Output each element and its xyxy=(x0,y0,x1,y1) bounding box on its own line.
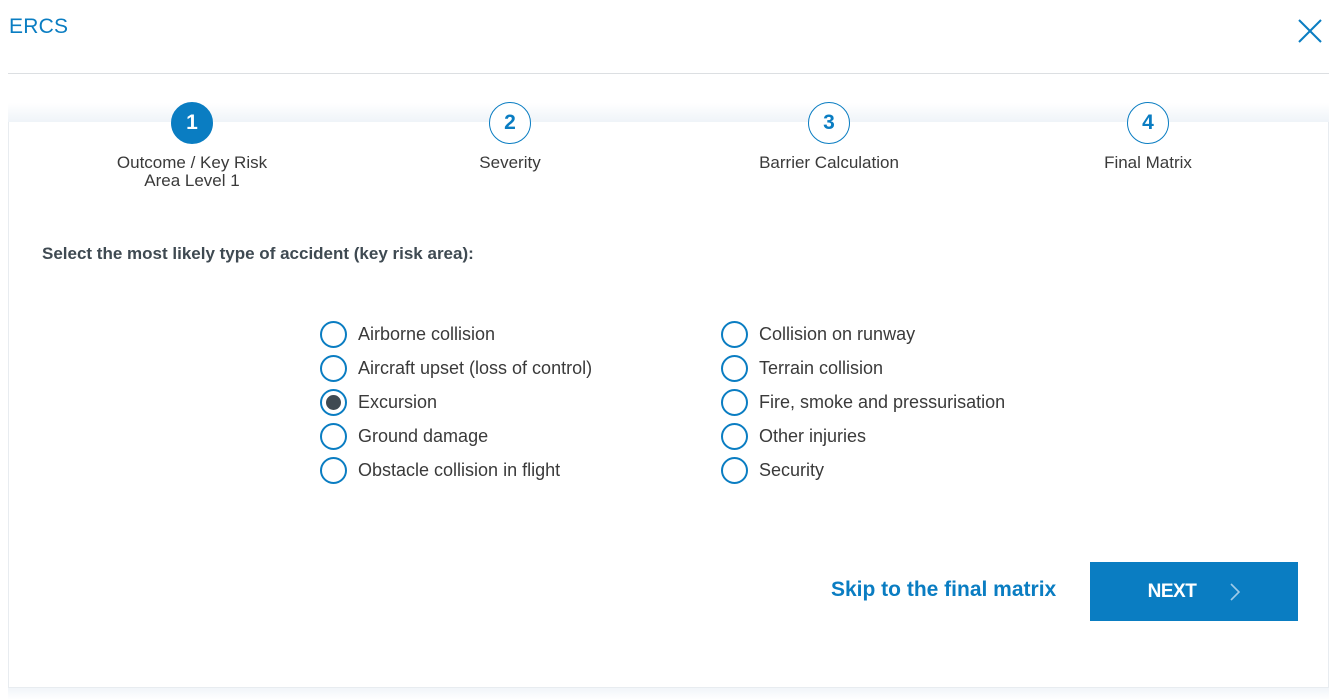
question-instruction: Select the most likely type of accident … xyxy=(42,244,474,263)
step-number: 2 xyxy=(489,102,531,144)
radio-button[interactable] xyxy=(721,388,748,416)
header-divider xyxy=(8,73,1329,74)
radio-button[interactable] xyxy=(320,422,347,450)
radio-button[interactable] xyxy=(721,321,748,349)
step-label-line: Area Level 1 xyxy=(144,171,240,190)
radio-button[interactable] xyxy=(721,422,748,450)
chevron-right-icon xyxy=(1230,582,1241,601)
radio-option[interactable]: Security xyxy=(721,453,1005,487)
radio-option[interactable]: Terrain collision xyxy=(721,352,1005,386)
option-label: Excursion xyxy=(358,391,438,412)
option-label: Aircraft upset (loss of control) xyxy=(358,358,593,379)
step-label: Barrier Calculation xyxy=(759,153,899,172)
radio-option[interactable]: Fire, smoke and pressurisation xyxy=(721,386,1005,420)
app-title: ERCS xyxy=(9,15,69,38)
step-label-line: Outcome / Key Risk xyxy=(116,153,268,172)
options-right: Collision on runway Terrain collision Fi… xyxy=(721,318,1005,487)
radio-dot-icon xyxy=(326,394,341,410)
step-number: 3 xyxy=(808,102,850,144)
radio-option[interactable]: Aircraft upset (loss of control) xyxy=(320,352,592,386)
step-label: Outcome / Key Risk Area Level 1 xyxy=(72,154,312,190)
option-label: Fire, smoke and pressurisation xyxy=(759,391,1006,412)
option-label: Ground damage xyxy=(358,425,489,446)
radio-option[interactable]: Other injuries xyxy=(721,419,1005,453)
step-4[interactable]: 4 Final Matrix xyxy=(1028,102,1268,172)
step-3[interactable]: 3 Barrier Calculation xyxy=(709,102,949,172)
radio-option[interactable]: Collision on runway xyxy=(721,318,1005,352)
close-icon xyxy=(1298,19,1322,43)
step-label: Severity xyxy=(479,153,541,172)
radio-option[interactable]: Excursion xyxy=(320,386,592,420)
close-button[interactable] xyxy=(1297,18,1323,44)
radio-option[interactable]: Obstacle collision in flight xyxy=(320,453,592,487)
next-button-label: NEXT xyxy=(1147,580,1197,602)
radio-button[interactable] xyxy=(320,355,347,383)
step-2[interactable]: 2 Severity xyxy=(390,102,630,172)
option-label: Airborne collision xyxy=(358,324,496,345)
radio-option[interactable]: Ground damage xyxy=(320,419,592,453)
step-label: Final Matrix xyxy=(1104,153,1192,172)
step-1[interactable]: 1 Outcome / Key Risk Area Level 1 xyxy=(72,102,312,190)
radio-button[interactable] xyxy=(721,355,748,383)
option-label: Obstacle collision in flight xyxy=(358,459,561,480)
options-left: Airborne collision Aircraft upset (loss … xyxy=(320,318,592,487)
card-shadow-bottom xyxy=(8,688,1329,700)
option-label: Security xyxy=(759,459,825,480)
radio-button[interactable] xyxy=(320,456,347,484)
radio-button[interactable] xyxy=(721,456,748,484)
option-label: Other injuries xyxy=(759,425,867,446)
step-number: 1 xyxy=(171,102,213,144)
radio-button[interactable] xyxy=(320,321,347,349)
radio-button-checked[interactable] xyxy=(320,388,347,416)
step-number: 4 xyxy=(1127,102,1169,144)
option-label: Terrain collision xyxy=(759,358,884,379)
next-button[interactable]: NEXT xyxy=(1090,562,1298,621)
skip-to-final-matrix-link[interactable]: Skip to the final matrix xyxy=(831,578,1056,602)
option-label: Collision on runway xyxy=(759,324,916,345)
radio-option[interactable]: Airborne collision xyxy=(320,318,592,352)
